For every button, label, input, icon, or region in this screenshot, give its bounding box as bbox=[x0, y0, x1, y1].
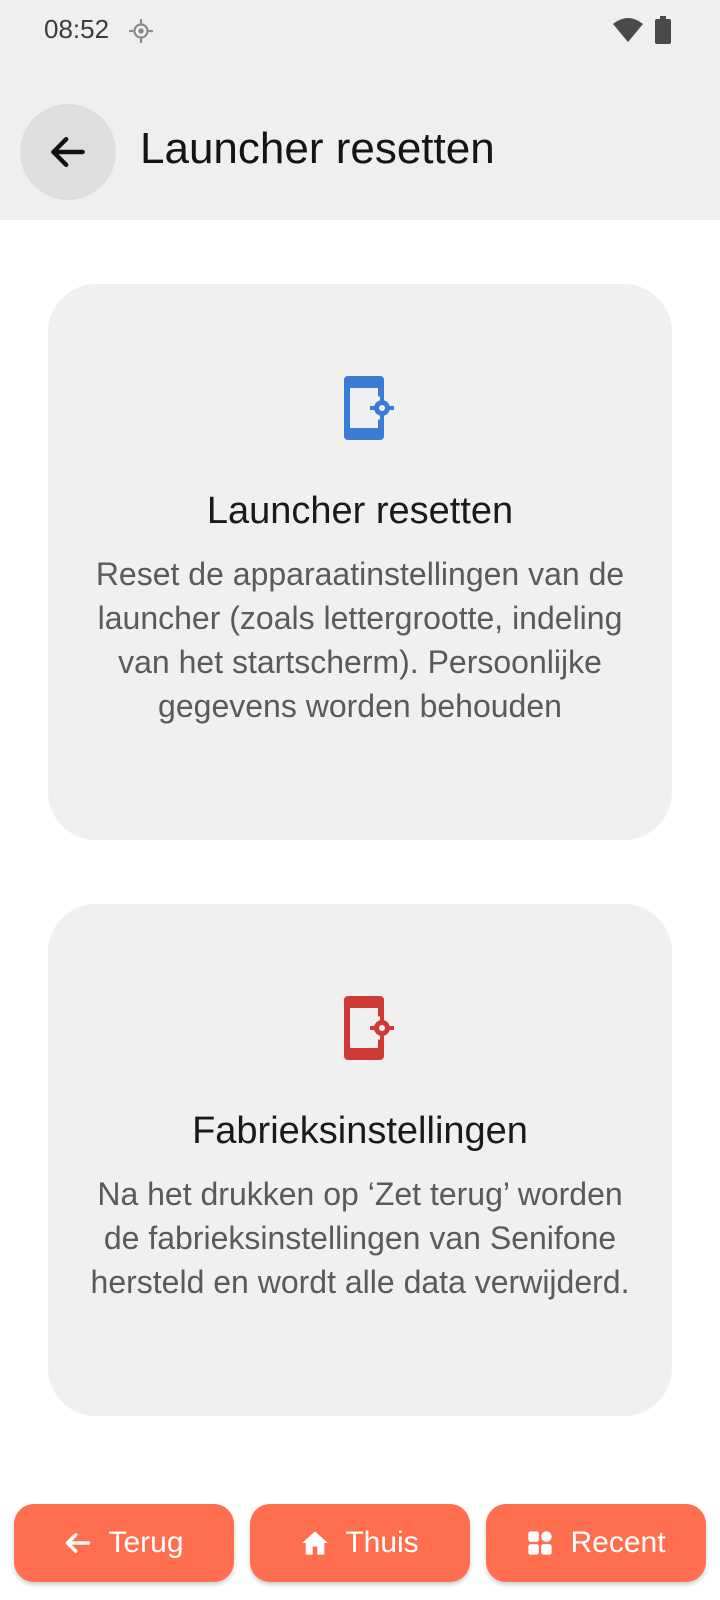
page-title: Launcher resetten bbox=[140, 124, 495, 173]
arrow-left-icon bbox=[66, 1533, 91, 1553]
arrow-left-icon bbox=[51, 136, 85, 168]
apps-grid-icon bbox=[528, 1531, 553, 1555]
wifi-icon bbox=[613, 18, 643, 42]
status-time: 08:52 bbox=[44, 14, 110, 44]
home-button[interactable]: Thuis bbox=[250, 1504, 470, 1582]
card-description: Na het drukken op ‘Zet terug’ worden de … bbox=[90, 1176, 630, 1300]
bottom-nav: Terug Thuis Recent bbox=[14, 1504, 706, 1582]
phone-settings-icon bbox=[344, 996, 394, 1060]
app-header: 08:52 Launcher resetten bbox=[0, 0, 720, 220]
recent-button-label: Recent bbox=[570, 1526, 666, 1559]
back-button[interactable]: Terug bbox=[14, 1504, 234, 1582]
phone-settings-icon bbox=[344, 376, 394, 440]
battery-icon bbox=[655, 16, 671, 44]
card-title: Launcher resetten bbox=[206, 490, 514, 532]
home-button-label: Thuis bbox=[345, 1526, 419, 1559]
card-description: Reset de apparaatinstellingen van de lau… bbox=[95, 556, 625, 724]
recent-button[interactable]: Recent bbox=[486, 1504, 706, 1582]
card-title: Fabrieksinstellingen bbox=[192, 1110, 528, 1152]
home-icon bbox=[302, 1531, 329, 1555]
back-button-label: Terug bbox=[108, 1526, 184, 1559]
location-icon bbox=[129, 19, 153, 43]
factory-reset-card[interactable]: Fabrieksinstellingen Na het drukken op ‘… bbox=[48, 904, 672, 1416]
header-back-button[interactable] bbox=[20, 104, 116, 200]
launcher-reset-card[interactable]: Launcher resetten Reset de apparaatinste… bbox=[48, 284, 672, 840]
